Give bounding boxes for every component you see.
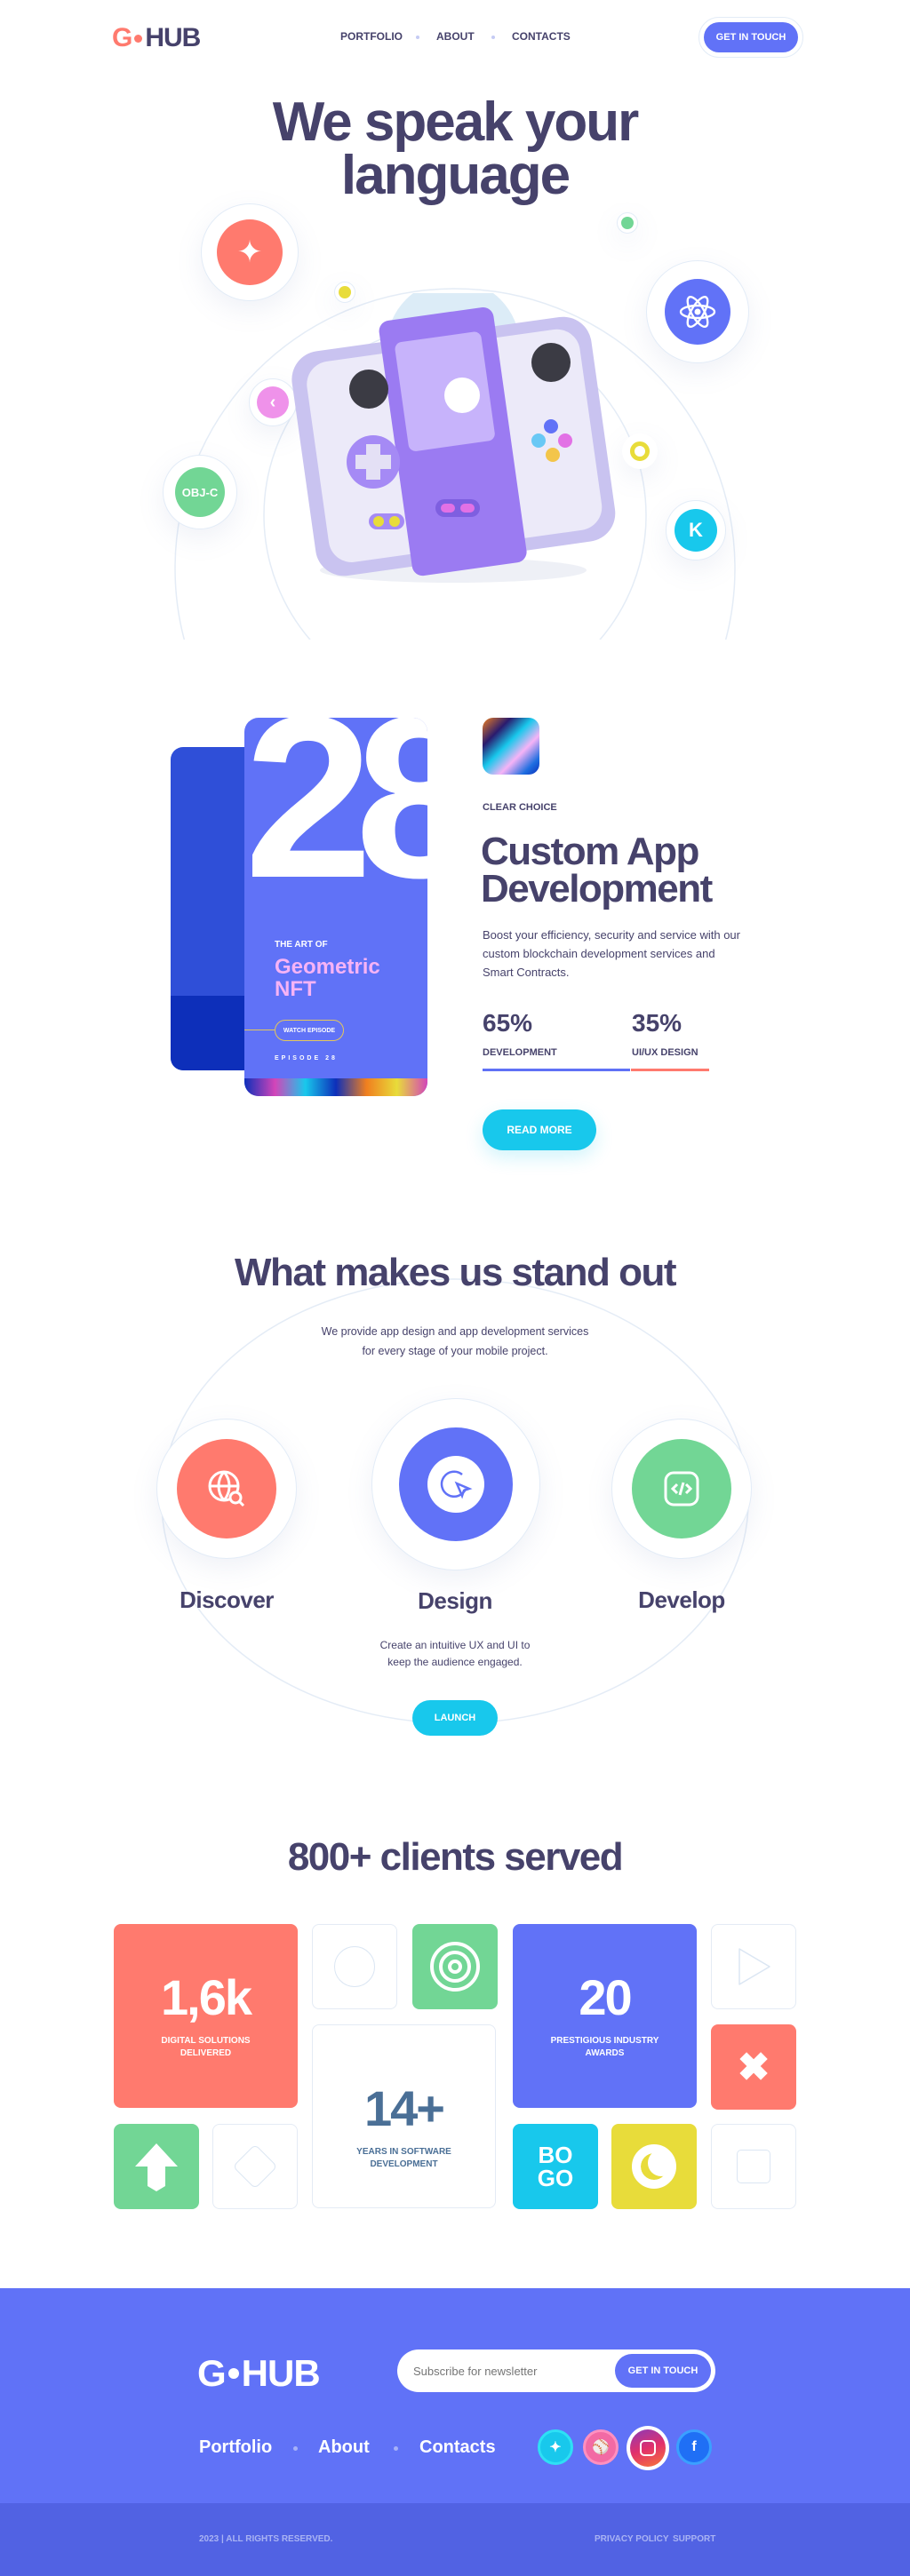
instagram-icon[interactable] xyxy=(627,2426,669,2470)
feature-title: Custom App Development xyxy=(481,830,713,910)
dev-progress-bar xyxy=(483,1069,630,1071)
card-title: Geometric NFT xyxy=(275,955,380,1001)
privacy-policy-link[interactable]: PRIVACY POLICY xyxy=(595,2534,669,2544)
green-dot xyxy=(617,212,638,234)
objc-badge: OBJ-C xyxy=(163,455,237,529)
hero-title-line2: language xyxy=(340,145,571,206)
footer-link-portfolio[interactable]: Portfolio xyxy=(199,2437,272,2458)
logo-hub: HUB xyxy=(241,2352,321,2394)
stat-solutions: 1,6k DIGITAL SOLUTIONS DELIVERED xyxy=(114,1924,298,2108)
footer-link-contacts[interactable]: Contacts xyxy=(419,2437,496,2458)
ionic-badge xyxy=(622,433,658,469)
clients-title: 800+ clients served xyxy=(287,1835,624,1879)
stat-dev-label: DEVELOPMENT xyxy=(483,1047,557,1058)
launch-button[interactable]: LAUNCH xyxy=(412,1700,498,1736)
step-discover[interactable] xyxy=(156,1419,297,1559)
twitter-icon[interactable]: ✦ xyxy=(538,2429,573,2465)
card-pattern xyxy=(244,1078,427,1096)
client-logo-square xyxy=(711,2124,796,2209)
develop-label: Develop xyxy=(638,1586,725,1613)
app-icon xyxy=(483,718,539,775)
react-badge xyxy=(646,260,749,363)
logo-g: G xyxy=(197,2352,227,2394)
card-kicker: THE ART OF xyxy=(275,940,328,950)
design-description: Create an intuitive UX and UI to keep the… xyxy=(379,1639,531,1668)
facebook-icon[interactable]: f xyxy=(676,2429,712,2465)
client-logo-bogo: BO GO xyxy=(513,2124,598,2209)
stat-awards: 20 PRESTIGIOUS INDUSTRY AWARDS xyxy=(513,1924,697,2108)
footer-link-about[interactable]: About xyxy=(318,2437,370,2458)
swift-badge: ✦ xyxy=(201,203,299,301)
step-develop[interactable] xyxy=(611,1419,752,1559)
client-logo-x: ✖ xyxy=(711,2024,796,2110)
design-inner xyxy=(399,1427,513,1541)
footer xyxy=(0,2288,910,2503)
cursor-click-icon xyxy=(427,1456,484,1513)
client-logo-ring xyxy=(611,2124,697,2209)
stat-uiux-value: 35% xyxy=(632,1009,682,1037)
client-logo-diamond xyxy=(212,2124,298,2209)
globe-search-icon xyxy=(177,1439,276,1538)
step-design[interactable] xyxy=(371,1398,540,1570)
stat-value: 14+ xyxy=(364,2079,445,2136)
newsletter-form: GET IN TOUCH xyxy=(397,2349,715,2392)
react-icon xyxy=(665,279,730,345)
dribbble-icon[interactable]: ⚾ xyxy=(583,2429,619,2465)
swift-icon: ✦ xyxy=(217,219,283,285)
kotlin-badge: K xyxy=(666,500,726,561)
read-more-button[interactable]: READ MORE xyxy=(483,1109,596,1150)
game-console-illustration xyxy=(291,293,616,583)
stat-value: 1,6k xyxy=(161,1968,252,2025)
nav-separator xyxy=(491,36,495,39)
design-label: Design xyxy=(418,1587,492,1614)
client-logo-circle xyxy=(312,1924,397,2009)
footer-logo[interactable]: G HUB xyxy=(197,2352,321,2395)
standout-subtitle: We provide app design and app developmen… xyxy=(321,1325,589,1357)
logo-dot xyxy=(228,2368,239,2379)
uiux-progress-bar xyxy=(630,1069,709,1071)
client-logo-target xyxy=(412,1924,498,2009)
episode-label: EPISODE 28 xyxy=(275,1055,338,1061)
newsletter-input[interactable] xyxy=(413,2360,609,2381)
watch-episode-button[interactable]: WATCH EPISODE xyxy=(275,1020,344,1041)
hero-title-line1: We speak your xyxy=(272,91,639,153)
copyright: 2023 | ALL RIGHTS RESERVED. xyxy=(199,2534,333,2544)
footer-separator xyxy=(394,2446,398,2451)
stat-label: PRESTIGIOUS INDUSTRY AWARDS xyxy=(550,2035,659,2058)
stat-label: YEARS IN SOFTWARE DEVELOPMENT xyxy=(356,2146,451,2169)
nft-card[interactable]: 28 THE ART OF Geometric NFT WATCH EPISODE… xyxy=(244,718,427,1096)
objc-label: OBJ-C xyxy=(175,467,225,517)
logo-dot xyxy=(134,34,143,43)
logo-g: G xyxy=(112,23,132,52)
stat-value: 20 xyxy=(579,1968,632,2025)
card-number: 28 xyxy=(244,718,427,926)
standout-title: What makes us stand out xyxy=(234,1251,677,1294)
client-logo-play xyxy=(711,1924,796,2009)
stat-uiux-label: UI/UX DESIGN xyxy=(632,1047,698,1058)
footer-bottom-bar xyxy=(0,2503,910,2576)
code-icon xyxy=(632,1439,731,1538)
footer-separator xyxy=(293,2446,298,2451)
ionic-icon xyxy=(630,441,650,461)
nav-separator xyxy=(416,36,419,39)
hero-title: We speak your language xyxy=(0,91,910,206)
nav-about[interactable]: ABOUT xyxy=(436,30,475,43)
stat-label: DIGITAL SOLUTIONS DELIVERED xyxy=(161,2035,251,2058)
logo[interactable]: G HUB xyxy=(112,23,201,53)
discover-label: Discover xyxy=(180,1586,274,1613)
nav-portfolio[interactable]: PORTFOLIO xyxy=(340,30,403,43)
eyebrow: CLEAR CHOICE xyxy=(483,802,557,813)
support-link[interactable]: SUPPORT xyxy=(673,2534,715,2544)
kotlin-icon: K xyxy=(675,509,717,552)
nav-contacts[interactable]: CONTACTS xyxy=(512,30,571,43)
logo-hub: HUB xyxy=(145,23,201,52)
newsletter-submit-button[interactable]: GET IN TOUCH xyxy=(615,2354,711,2388)
stat-years: 14+ YEARS IN SOFTWARE DEVELOPMENT xyxy=(312,2024,496,2208)
feature-description: Boost your efficiency, security and serv… xyxy=(483,928,740,979)
stat-dev-value: 65% xyxy=(483,1009,533,1037)
client-logo-arrow xyxy=(114,2124,199,2209)
get-in-touch-button[interactable]: GET IN TOUCH xyxy=(704,22,798,52)
